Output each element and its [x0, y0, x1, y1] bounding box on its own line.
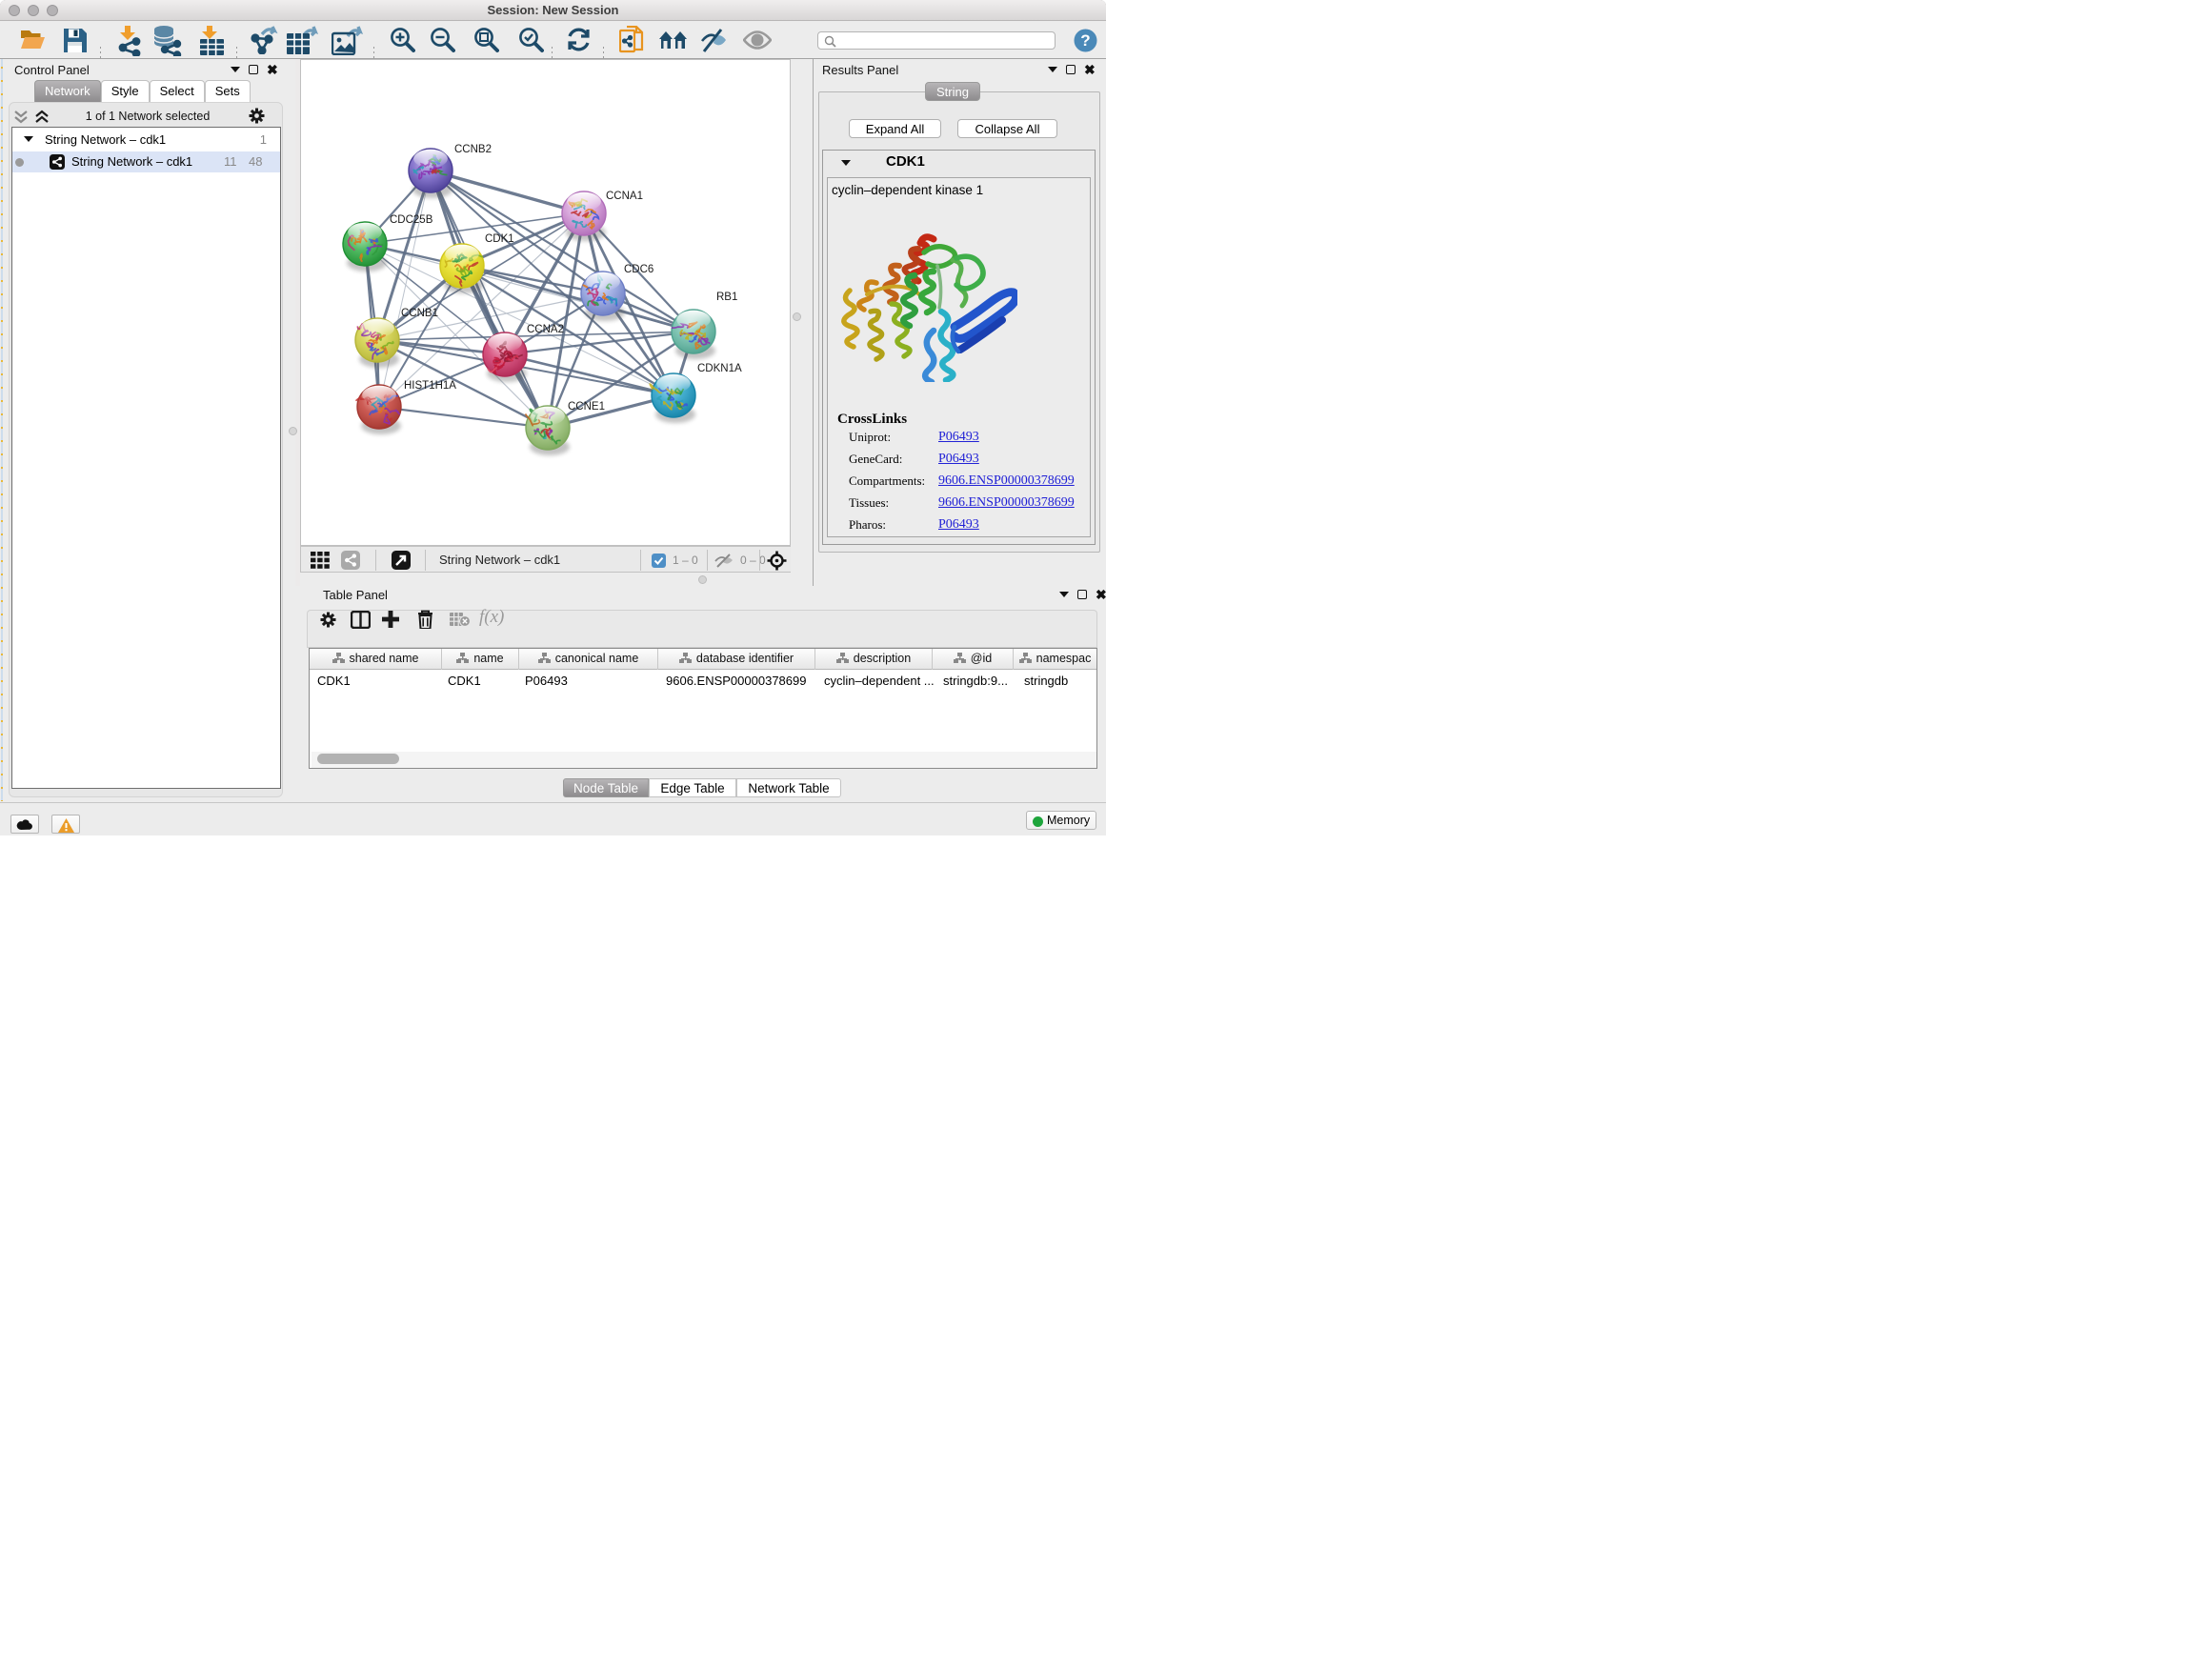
svg-text:CDC25B: CDC25B: [390, 214, 433, 226]
svg-text:CCNB2: CCNB2: [454, 144, 492, 155]
svg-text:CDKN1A: CDKN1A: [697, 363, 742, 374]
svg-text:?: ?: [1080, 31, 1090, 50]
svg-text:CDC6: CDC6: [624, 264, 654, 275]
svg-text:RB1: RB1: [716, 292, 737, 303]
svg-text:CCNB1: CCNB1: [401, 308, 438, 319]
svg-text:CCNA1: CCNA1: [606, 191, 643, 202]
svg-text:HIST1H1A: HIST1H1A: [404, 380, 456, 392]
svg-text:CCNA2: CCNA2: [527, 324, 564, 335]
svg-text:CCNE1: CCNE1: [568, 401, 605, 413]
svg-text:CDK1: CDK1: [485, 233, 514, 245]
